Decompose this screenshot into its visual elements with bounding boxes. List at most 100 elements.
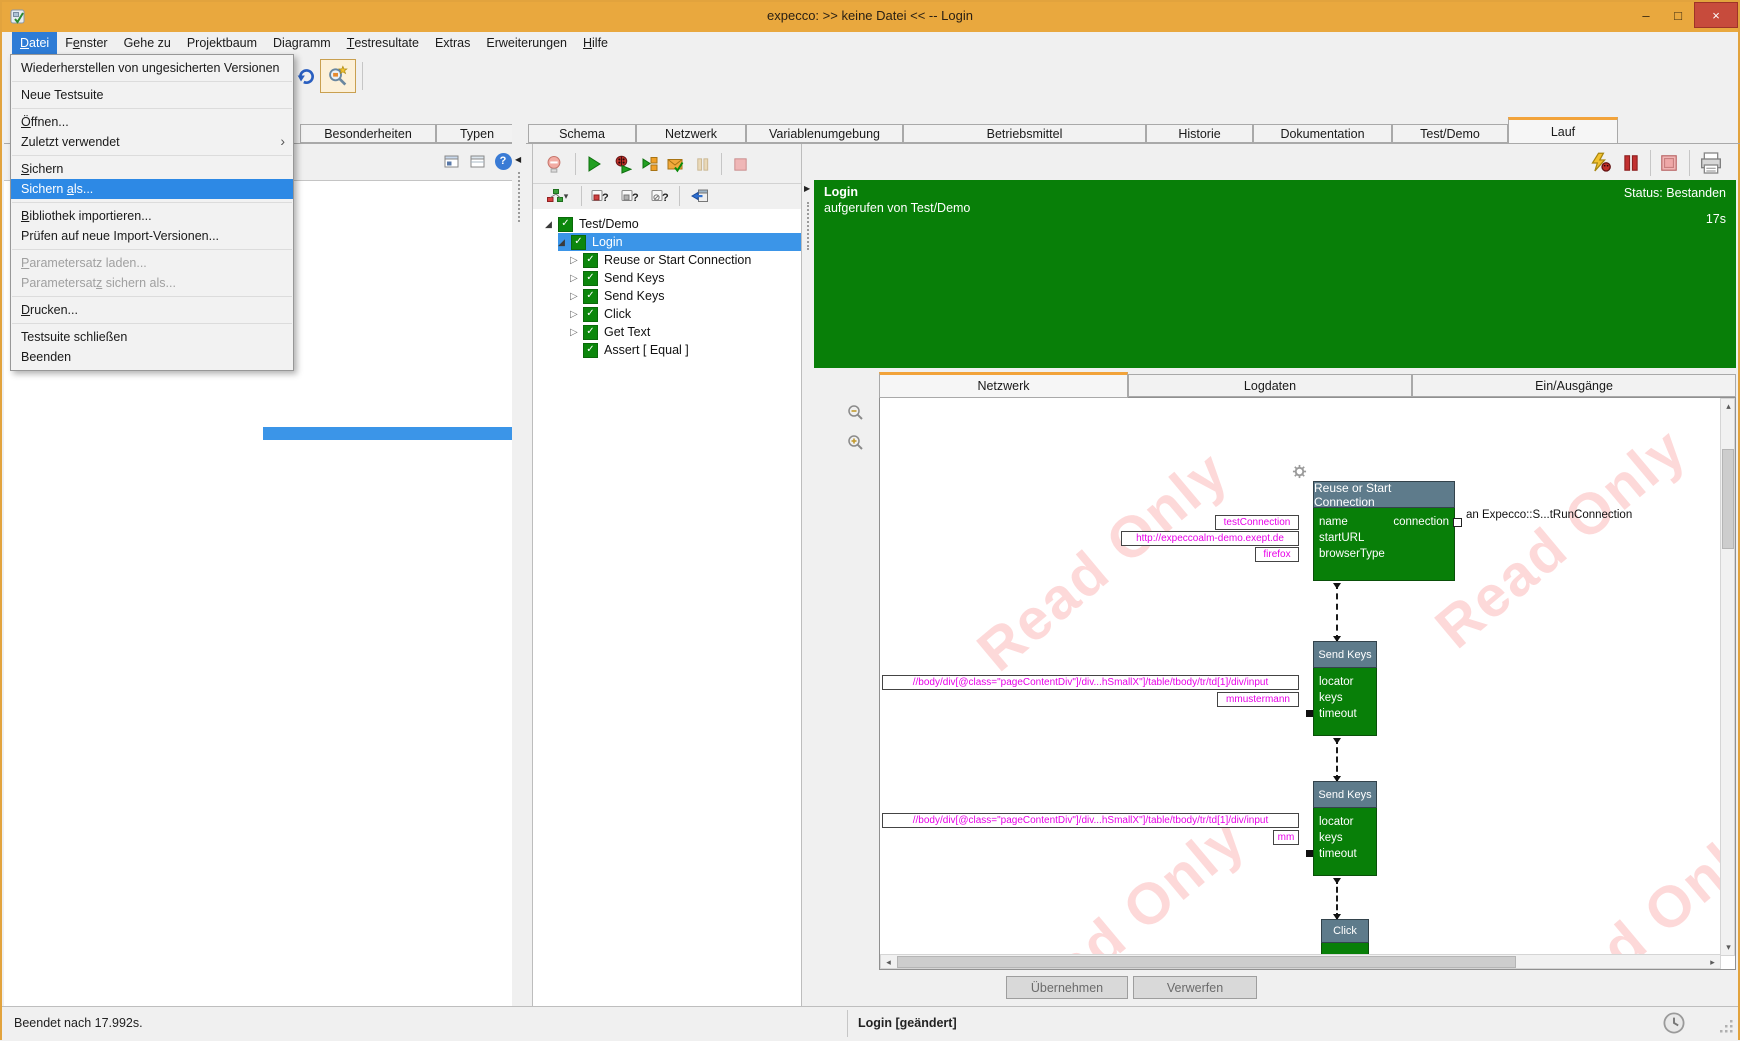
tab-besonderheiten[interactable]: Besonderheiten — [300, 124, 436, 143]
tab-dokumentation[interactable]: Dokumentation — [1253, 124, 1392, 143]
reload-icon[interactable] — [294, 62, 318, 90]
tree-item-test-demo[interactable]: ◢ ✓ Test/Demo — [545, 215, 801, 233]
menu-item-neue-testsuite[interactable]: Neue Testsuite — [11, 85, 293, 105]
menu-item-wiederherstellen[interactable]: Wiederherstellen von ungesicherten Versi… — [11, 58, 293, 78]
menu-datei[interactable]: Datei — [12, 32, 57, 54]
breakpoint-skip-icon[interactable]: ? — [649, 185, 671, 207]
pin-locator[interactable]: locator — [1319, 676, 1354, 688]
menu-item-zuletzt-verwendet[interactable]: Zuletzt verwendet› — [11, 132, 293, 152]
block-click[interactable]: Click — [1321, 919, 1369, 956]
splitter-handle[interactable] — [807, 202, 809, 250]
stop-run-icon[interactable] — [1658, 152, 1680, 174]
menu-item-testsuite-schliessen[interactable]: Testsuite schließen — [11, 327, 293, 347]
pin-timeout[interactable]: timeout — [1319, 708, 1357, 720]
tab-test-demo[interactable]: Test/Demo — [1392, 124, 1508, 143]
frame-icon[interactable] — [466, 150, 488, 172]
report-icon[interactable] — [665, 153, 687, 175]
pin-starturl[interactable]: startURL — [1319, 532, 1364, 544]
menu-projektbaum[interactable]: Projektbaum — [179, 32, 265, 54]
expand-toggle-icon[interactable]: ▷ — [570, 273, 583, 284]
run-with-breakpoints-icon[interactable] — [639, 153, 661, 175]
pause-icon[interactable] — [691, 153, 713, 175]
clear-results-icon[interactable] — [543, 153, 565, 175]
block-send-keys-1[interactable]: Send Keys locator keys timeout — [1313, 641, 1377, 736]
splitter-handle[interactable] — [518, 172, 520, 222]
expand-toggle-icon[interactable]: ◢ — [558, 237, 571, 248]
menu-testresultate[interactable]: Testresultate — [339, 32, 427, 54]
collapse-left-icon[interactable]: ◀ — [515, 155, 521, 164]
maximize-button[interactable]: □ — [1662, 2, 1694, 28]
scroll-left-icon[interactable]: ◂ — [881, 955, 896, 970]
checkbox[interactable]: ✓ — [583, 307, 598, 322]
tab-betriebsmittel[interactable]: Betriebsmittel — [903, 124, 1146, 143]
pin-name[interactable]: name — [1319, 516, 1348, 528]
checkbox[interactable]: ✓ — [583, 289, 598, 304]
menu-item-bibliothek-importieren[interactable]: Bibliothek importieren... — [11, 206, 293, 226]
window-icon[interactable] — [440, 150, 462, 172]
history-icon[interactable] — [1662, 1011, 1686, 1038]
menu-item-oeffnen[interactable]: Öffnen... — [11, 112, 293, 132]
pin-locator[interactable]: locator — [1319, 816, 1354, 828]
scrollbar-thumb[interactable] — [1722, 449, 1734, 549]
menu-gehe-zu[interactable]: Gehe zu — [116, 32, 179, 54]
tab-result-logdaten[interactable]: Logdaten — [1128, 374, 1412, 397]
tab-lauf[interactable]: Lauf — [1508, 117, 1618, 144]
checkbox[interactable]: ✓ — [583, 253, 598, 268]
resize-grip[interactable] — [1720, 1020, 1734, 1037]
tab-schema[interactable]: Schema — [528, 124, 636, 143]
menu-extras[interactable]: Extras — [427, 32, 478, 54]
menu-diagramm[interactable]: Diagramm — [265, 32, 339, 54]
scroll-up-icon[interactable]: ▴ — [1721, 399, 1736, 414]
scroll-down-icon[interactable]: ▾ — [1721, 940, 1736, 955]
expand-toggle-icon[interactable]: ▷ — [570, 327, 583, 338]
expand-toggle-icon[interactable]: ◢ — [545, 219, 558, 230]
input-value-locator[interactable]: //body/div[@class="pageContentDiv"]/div.… — [882, 813, 1299, 828]
checkbox[interactable]: ✓ — [571, 235, 586, 250]
menu-hilfe[interactable]: Hilfe — [575, 32, 616, 54]
debug-icon[interactable] — [611, 153, 633, 175]
input-value-keys[interactable]: mmustermann — [1217, 692, 1299, 707]
zoom-in-icon[interactable] — [845, 432, 867, 454]
collapse-right-icon[interactable]: ▶ — [804, 184, 810, 193]
checkbox[interactable]: ✓ — [558, 217, 573, 232]
output-pin[interactable] — [1453, 518, 1462, 527]
pin-keys[interactable]: keys — [1319, 692, 1343, 704]
stop-icon[interactable] — [729, 153, 751, 175]
tree-item-click[interactable]: ▷ ✓ Click — [570, 305, 801, 323]
tree-item-send-keys-2[interactable]: ▷ ✓ Send Keys — [570, 287, 801, 305]
print-icon[interactable] — [1697, 150, 1725, 176]
pin-timeout[interactable]: timeout — [1319, 848, 1357, 860]
menu-item-pruefen-import-versionen[interactable]: Prüfen auf neue Import-Versionen... — [11, 226, 293, 246]
checkbox[interactable]: ✓ — [583, 271, 598, 286]
tree-item-assert-equal[interactable]: ✓ Assert [ Equal ] — [570, 341, 801, 359]
minimize-button[interactable]: – — [1630, 2, 1662, 28]
pin-connection[interactable]: connection — [1393, 516, 1449, 528]
pin-keys[interactable]: keys — [1319, 832, 1343, 844]
discard-button[interactable]: Verwerfen — [1133, 976, 1257, 999]
hide-passed-icon[interactable]: ▾ — [541, 185, 573, 207]
block-reuse-or-start-connection[interactable]: Reuse or Start Connection nameconnection… — [1313, 481, 1455, 581]
left-splitter[interactable]: ◀ — [512, 117, 526, 1006]
pause-run-icon[interactable] — [1620, 152, 1642, 174]
menu-fenster[interactable]: Fenster — [57, 32, 115, 54]
block-send-keys-2[interactable]: Send Keys locator keys timeout — [1313, 781, 1377, 876]
vertical-scrollbar[interactable]: ▴ ▾ — [1720, 398, 1735, 956]
menu-item-beenden[interactable]: Beenden — [11, 347, 293, 367]
input-value-locator[interactable]: //body/div[@class="pageContentDiv"]/div.… — [882, 675, 1299, 690]
menu-erweiterungen[interactable]: Erweiterungen — [478, 32, 575, 54]
project-tree-selected-row[interactable] — [263, 427, 518, 440]
input-value-starturl[interactable]: http://expeccoalm-demo.exept.de — [1121, 531, 1299, 546]
tree-item-send-keys-1[interactable]: ▷ ✓ Send Keys — [570, 269, 801, 287]
tree-item-get-text[interactable]: ▷ ✓ Get Text — [570, 323, 801, 341]
tab-netzwerk[interactable]: Netzwerk — [636, 124, 746, 143]
breakpoint-gray-icon[interactable]: ? — [619, 185, 641, 207]
tab-typen[interactable]: Typen — [436, 124, 518, 143]
network-diagram[interactable]: Read Only Read Only Read Only Read Only … — [879, 397, 1736, 970]
help-icon[interactable]: ? — [492, 150, 514, 172]
find-references-icon[interactable] — [320, 59, 356, 93]
goto-caller-icon[interactable] — [689, 185, 711, 207]
tab-result-netzwerk[interactable]: Netzwerk — [879, 372, 1128, 398]
menu-item-sichern-als[interactable]: Sichern als... — [11, 179, 293, 199]
close-button[interactable]: × — [1694, 2, 1738, 28]
breakpoint-red-icon[interactable]: ? — [589, 185, 611, 207]
